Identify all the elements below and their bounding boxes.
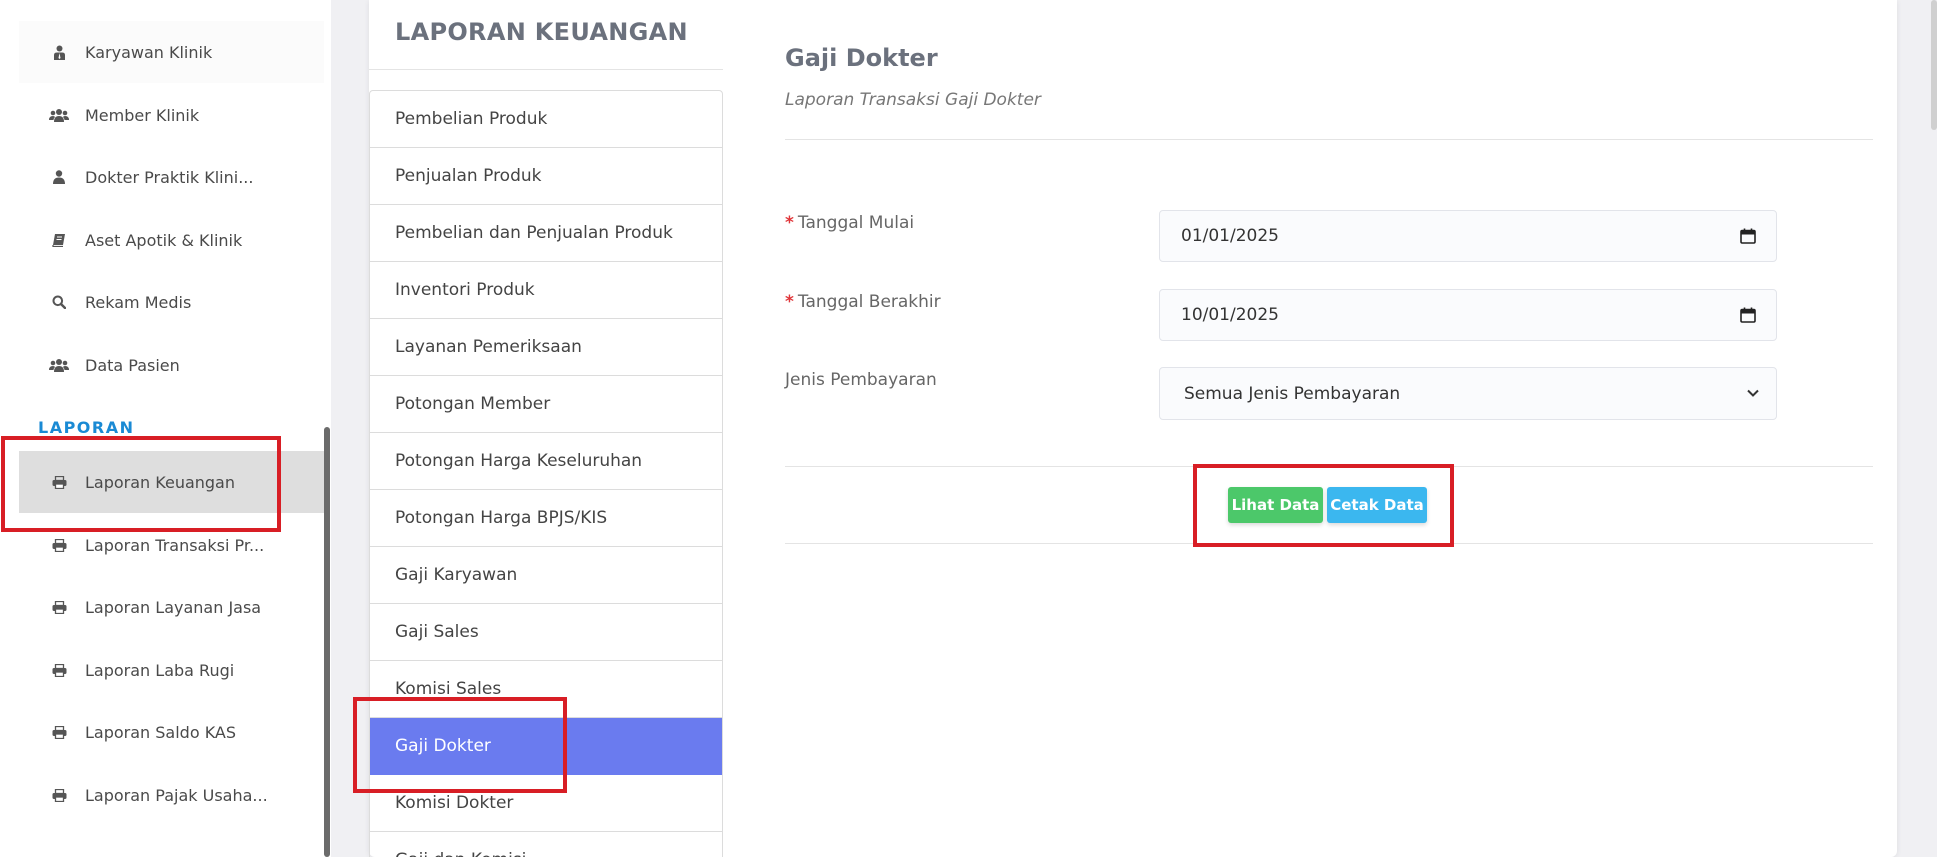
sidebar-item-member-klinik[interactable]: Member Klinik	[19, 84, 324, 146]
highlight-box-menu	[353, 697, 567, 793]
payment-type-value: Semua Jenis Pembayaran	[1184, 383, 1401, 404]
sidebar: Karyawan Klinik Member Klinik Dokter Pra…	[0, 0, 331, 857]
sidebar-item-label: Laporan Pajak Usaha...	[85, 785, 268, 805]
sidebar-item-laporan-layanan-jasa[interactable]: Laporan Layanan Jasa	[19, 576, 324, 638]
menu-item-potongan-harga-keseluruhan[interactable]: Potongan Harga Keseluruhan	[370, 433, 722, 490]
required-mark: *	[785, 213, 794, 233]
sidebar-item-laporan-saldo-kas[interactable]: Laporan Saldo KAS	[19, 701, 324, 763]
menu-item-layanan-pemeriksaan[interactable]: Layanan Pemeriksaan	[370, 319, 722, 376]
menu-item-potongan-member[interactable]: Potongan Member	[370, 376, 722, 433]
sidebar-item-label: Dokter Praktik Klini...	[85, 167, 254, 187]
sidebar-item-laporan-laba-rugi[interactable]: Laporan Laba Rugi	[19, 639, 324, 701]
sidebar-item-label: Laporan Transaksi Pr...	[85, 535, 265, 555]
chevron-down-icon	[1747, 389, 1759, 397]
user-icon	[49, 167, 69, 187]
divider	[369, 69, 723, 70]
sidebar-item-aset[interactable]: Aset Apotik & Klinik	[19, 209, 324, 271]
menu-item-potongan-bpjs[interactable]: Potongan Harga BPJS/KIS	[370, 490, 722, 547]
search-icon	[49, 292, 69, 312]
sidebar-scrollbar[interactable]	[324, 427, 330, 857]
start-date-input[interactable]: 01/01/2025	[1159, 210, 1777, 262]
users-icon	[49, 355, 69, 375]
end-date-input[interactable]: 10/01/2025	[1159, 289, 1777, 341]
sidebar-item-label: Data Pasien	[85, 355, 180, 375]
menu-item-gaji-sales[interactable]: Gaji Sales	[370, 604, 722, 661]
sidebar-item-laporan-pajak[interactable]: Laporan Pajak Usaha...	[19, 764, 324, 826]
sidebar-item-rekam-medis[interactable]: Rekam Medis	[19, 271, 324, 333]
form-subtitle: Laporan Transaksi Gaji Dokter	[785, 90, 1041, 110]
sidebar-item-label: Rekam Medis	[85, 292, 192, 312]
required-mark: *	[785, 292, 794, 312]
sidebar-item-label: Karyawan Klinik	[85, 42, 213, 62]
highlight-box-buttons	[1193, 464, 1454, 547]
end-date-value: 10/01/2025	[1181, 305, 1279, 325]
sidebar-item-label: Laporan Layanan Jasa	[85, 597, 262, 617]
person-tie-icon	[49, 42, 69, 62]
end-date-label: * Tanggal Berakhir	[785, 292, 941, 312]
printer-icon	[49, 597, 69, 617]
sidebar-item-label: Laporan Saldo KAS	[85, 722, 237, 742]
printer-icon	[49, 785, 69, 805]
start-date-label-text: Tanggal Mulai	[797, 213, 915, 233]
menu-item-gaji-komisi[interactable]: Gaji dan Komisi	[370, 832, 722, 857]
menu-item-pembelian-produk[interactable]: Pembelian Produk	[370, 91, 722, 148]
payment-type-label: Jenis Pembayaran	[785, 370, 937, 390]
menu-item-penjualan-produk[interactable]: Penjualan Produk	[370, 148, 722, 205]
highlight-box-sidebar	[1, 436, 281, 532]
sidebar-item-label: Member Klinik	[85, 105, 200, 125]
sidebar-item-label: Laporan Laba Rugi	[85, 660, 235, 680]
users-icon	[49, 105, 69, 125]
sidebar-item-karyawan-klinik[interactable]: Karyawan Klinik	[19, 21, 324, 83]
menu-item-gaji-karyawan[interactable]: Gaji Karyawan	[370, 547, 722, 604]
calendar-icon[interactable]	[1740, 228, 1756, 244]
printer-icon	[49, 660, 69, 680]
sidebar-section-laporan: LAPORAN	[38, 418, 135, 437]
menu-item-inventori-produk[interactable]: Inventori Produk	[370, 262, 722, 319]
report-card: LAPORAN KEUANGAN Pembelian Produk Penjua…	[369, 0, 1897, 857]
menu-item-pembelian-penjualan[interactable]: Pembelian dan Penjualan Produk	[370, 205, 722, 262]
calendar-icon[interactable]	[1740, 307, 1756, 323]
page-scrollbar[interactable]	[1931, 0, 1937, 130]
printer-icon	[49, 722, 69, 742]
start-date-value: 01/01/2025	[1181, 226, 1279, 246]
sidebar-item-label: Aset Apotik & Klinik	[85, 230, 243, 250]
divider	[785, 139, 1873, 140]
book-icon	[49, 230, 69, 250]
report-menu-title: LAPORAN KEUANGAN	[395, 18, 688, 46]
end-date-label-text: Tanggal Berakhir	[797, 292, 941, 312]
printer-icon	[49, 535, 69, 555]
start-date-label: * Tanggal Mulai	[785, 213, 914, 233]
payment-type-select[interactable]: Semua Jenis Pembayaran	[1159, 367, 1777, 420]
form-title: Gaji Dokter	[785, 44, 938, 72]
sidebar-item-dokter-praktik[interactable]: Dokter Praktik Klini...	[19, 146, 324, 208]
sidebar-item-data-pasien[interactable]: Data Pasien	[19, 334, 324, 396]
